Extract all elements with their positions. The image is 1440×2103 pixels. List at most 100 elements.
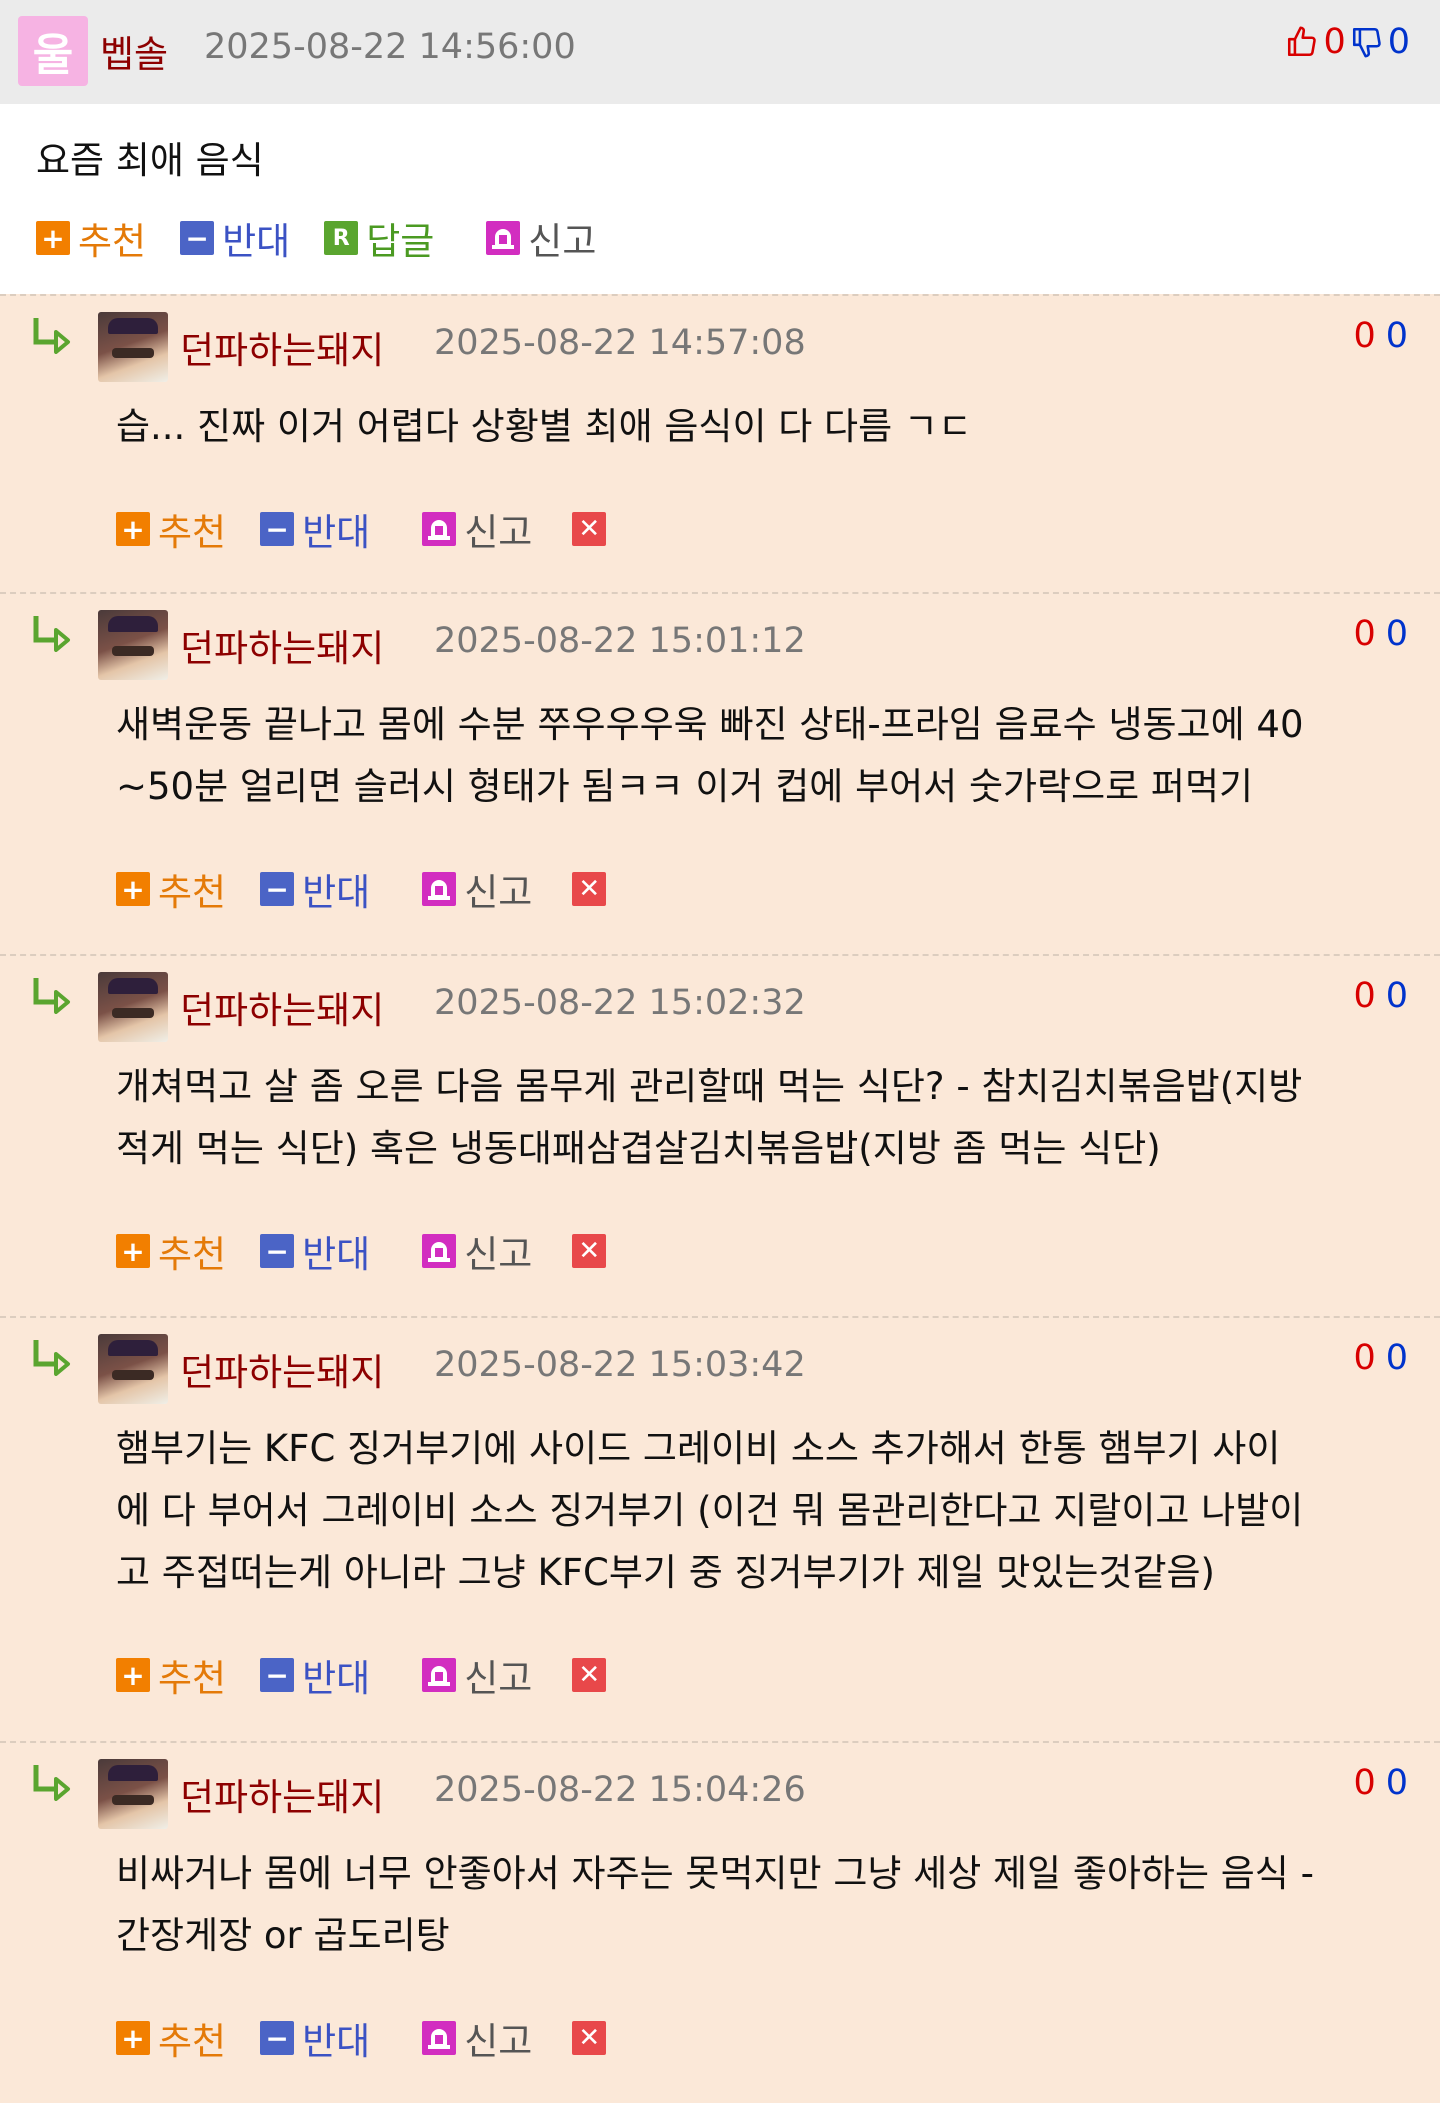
reply-arrow-icon [32, 612, 74, 662]
comment-text-line: 햄부기는 KFC 징거부기에 사이드 그레이비 소스 추가해서 한통 햄부기 사… [116, 1427, 1281, 1470]
close-icon: ✕ [572, 2021, 607, 2055]
recommend-button[interactable]: + 추천 [116, 1224, 226, 1278]
delete-button[interactable]: ✕ [572, 872, 614, 906]
plus-icon: + [36, 221, 70, 255]
comment-votes: 00 [1353, 1338, 1408, 1378]
comment-date: 2025-08-22 14:57:08 [434, 323, 806, 363]
oppose-button[interactable]: − 반대 [260, 1224, 370, 1278]
comment-text-line: 적게 먹는 식단) 혹은 냉동대패삼겹살김치볶음밥(지방 좀 먹는 식단) [116, 1127, 1161, 1170]
oppose-label: 반대 [302, 1657, 371, 1700]
reply-arrow-icon [32, 1336, 74, 1386]
plus-icon: + [116, 2021, 150, 2055]
comment-text-line: 간장게장 or 곱도리탕 [116, 1914, 450, 1957]
delete-button[interactable]: ✕ [572, 2021, 614, 2055]
like-count: 0 [1353, 614, 1376, 654]
comment-text-line: 비싸거나 몸에 너무 안좋아서 자주는 못먹지만 그냥 세상 제일 좋아하는 음… [116, 1852, 1314, 1895]
like-count: 0 [1353, 1763, 1376, 1803]
thumbs-up-icon[interactable] [1285, 24, 1319, 60]
avatar[interactable] [98, 610, 168, 680]
delete-button[interactable]: ✕ [572, 1658, 614, 1692]
reply-button[interactable]: R 답글 [324, 211, 434, 265]
oppose-button[interactable]: − 반대 [260, 502, 370, 556]
post-actions: + 추천 − 반대 R 답글 신고 [0, 182, 1440, 294]
like-count: 0 [1353, 976, 1376, 1016]
avatar[interactable] [98, 1759, 168, 1829]
recommend-button[interactable]: + 추천 [116, 862, 226, 916]
reply-label: 답글 [366, 220, 435, 263]
comment-date: 2025-08-22 15:04:26 [434, 1770, 806, 1810]
report-button[interactable]: 신고 [422, 1224, 532, 1278]
comment-item: 던파하는돼지 2025-08-22 14:57:08 00 습... 진짜 이거… [0, 294, 1440, 592]
like-count: 0 [1353, 316, 1376, 356]
report-label: 신고 [464, 1657, 533, 1700]
oppose-label: 반대 [302, 2020, 371, 2063]
comment-content: 새벽운동 끝나고 몸에 수분 쭈우우우욱 빠진 상태-프라임 음료수 냉동고에 … [116, 694, 1406, 818]
report-button[interactable]: 신고 [422, 862, 532, 916]
report-label: 신고 [464, 2020, 533, 2063]
oppose-label: 반대 [302, 1233, 371, 1276]
recommend-button[interactable]: + 추천 [36, 211, 146, 265]
report-label: 신고 [464, 871, 533, 914]
recommend-label: 추천 [78, 220, 147, 263]
comment-item: 던파하는돼지 2025-08-22 15:01:12 00 새벽운동 끝나고 몸… [0, 592, 1440, 954]
siren-icon [422, 512, 457, 546]
report-button[interactable]: 신고 [422, 1648, 532, 1702]
reply-icon: R [324, 221, 359, 255]
oppose-button[interactable]: − 반대 [260, 2011, 370, 2065]
avatar[interactable] [98, 972, 168, 1042]
comment-actions: + 추천 − 반대 신고 ✕ [116, 494, 648, 564]
thumbs-down-icon[interactable] [1350, 24, 1384, 60]
comment-content: 습... 진짜 이거 어렵다 상황별 최애 음식이 다 다름 ㄱㄷ [116, 396, 1406, 458]
oppose-button[interactable]: − 반대 [260, 862, 370, 916]
post-header: 울 벱솔 2025-08-22 14:56:00 0 0 [0, 0, 1440, 104]
oppose-button[interactable]: − 반대 [180, 211, 290, 265]
comment-date: 2025-08-22 15:02:32 [434, 983, 806, 1023]
report-button[interactable]: 신고 [422, 2011, 532, 2065]
plus-icon: + [116, 1658, 150, 1692]
recommend-button[interactable]: + 추천 [116, 502, 226, 556]
post-content: 요즘 최애 음식 [36, 139, 264, 182]
oppose-button[interactable]: − 반대 [260, 1648, 370, 1702]
author-name[interactable]: 던파하는돼지 [180, 1767, 384, 1821]
oppose-label: 반대 [302, 871, 371, 914]
comment-actions: + 추천 − 반대 신고 ✕ [116, 1216, 648, 1286]
comment-date: 2025-08-22 15:03:42 [434, 1345, 806, 1385]
siren-icon [422, 1234, 457, 1268]
comment-content: 햄부기는 KFC 징거부기에 사이드 그레이비 소스 추가해서 한통 햄부기 사… [116, 1418, 1406, 1604]
report-button[interactable]: 신고 [422, 502, 532, 556]
page: 울 벱솔 2025-08-22 14:56:00 0 0 요즘 최애 음식 + … [0, 0, 1440, 2103]
author-name[interactable]: 벱솔 [100, 24, 168, 78]
comment-text-line: 새벽운동 끝나고 몸에 수분 쭈우우우욱 빠진 상태-프라임 음료수 냉동고에 … [116, 703, 1304, 746]
author-name[interactable]: 던파하는돼지 [180, 1342, 384, 1396]
minus-icon: − [180, 221, 215, 255]
recommend-button[interactable]: + 추천 [116, 1648, 226, 1702]
delete-button[interactable]: ✕ [572, 1234, 614, 1268]
comment-text-line: 습... 진짜 이거 어렵다 상황별 최애 음식이 다 다름 ㄱㄷ [116, 405, 972, 448]
plus-icon: + [116, 1234, 150, 1268]
recommend-label: 추천 [158, 871, 227, 914]
avatar[interactable]: 울 [18, 16, 88, 86]
post-date: 2025-08-22 14:56:00 [204, 27, 576, 67]
avatar[interactable] [98, 1334, 168, 1404]
dislike-count: 0 [1385, 976, 1408, 1016]
report-label: 신고 [464, 511, 533, 554]
recommend-button[interactable]: + 추천 [116, 2011, 226, 2065]
like-count: 0 [1353, 1338, 1376, 1378]
comment-actions: + 추천 − 반대 신고 ✕ [116, 1640, 648, 1710]
close-icon: ✕ [572, 1658, 607, 1692]
author-name[interactable]: 던파하는돼지 [180, 618, 384, 672]
reply-arrow-icon [32, 974, 74, 1024]
reply-arrow-icon [32, 1761, 74, 1811]
report-label: 신고 [528, 220, 597, 263]
comment-votes: 00 [1353, 976, 1408, 1016]
author-name[interactable]: 던파하는돼지 [180, 320, 384, 374]
delete-button[interactable]: ✕ [572, 512, 614, 546]
dislike-count: 0 [1385, 316, 1408, 356]
report-button[interactable]: 신고 [486, 211, 596, 265]
comment-text-line: ~50분 얼리면 슬러시 형태가 됨ㅋㅋ 이거 컵에 부어서 숫가락으로 퍼먹기 [116, 765, 1254, 808]
comment-item: 던파하는돼지 2025-08-22 15:02:32 00 개쳐먹고 살 좀 오… [0, 954, 1440, 1316]
minus-icon: − [260, 1658, 295, 1692]
avatar[interactable] [98, 312, 168, 382]
dislike-count: 0 [1387, 22, 1410, 62]
author-name[interactable]: 던파하는돼지 [180, 980, 384, 1034]
